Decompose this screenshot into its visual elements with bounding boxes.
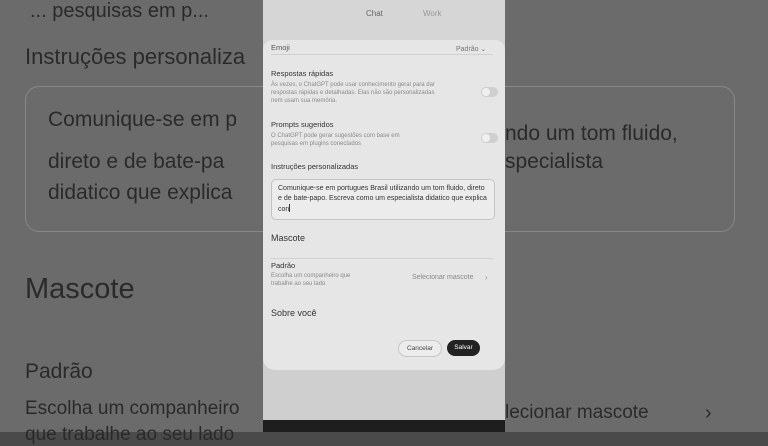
phone-screen: Chat Work Emoji Padrão ⌄ Respostas rápid… <box>263 0 505 432</box>
mascot-default-label: Padrão <box>271 261 296 270</box>
bottom-bar <box>263 420 505 432</box>
select-mascot-link[interactable]: Selecionar mascote <box>412 274 473 281</box>
custom-instructions-text: Comunique-se em portugues Brasil utiliza… <box>278 185 487 213</box>
bg-box-line2: direto e de bate-pa <box>48 150 225 173</box>
bg-box-line2-right: specialista <box>505 150 604 173</box>
tab-chat[interactable]: Chat <box>366 9 383 18</box>
bg-box-line1: Comunique-se em p <box>48 108 238 131</box>
emoji-select[interactable]: Padrão ⌄ <box>456 45 486 53</box>
bg-box-line1-right: ndo um tom fluido, <box>505 122 678 145</box>
toggle-knob <box>482 88 490 96</box>
divider <box>271 258 493 259</box>
emoji-label: Emoji <box>271 43 290 52</box>
about-you-title[interactable]: Sobre você <box>271 308 317 318</box>
suggested-prompts-label: Prompts sugeridos <box>271 120 334 129</box>
bg-trabalhe-text: que trabalhe ao seu lado <box>25 424 235 445</box>
bg-box-line3: didatico que explica <box>48 181 233 204</box>
bg-chevron-right-icon: › <box>705 402 712 424</box>
toggle-knob <box>482 134 490 142</box>
suggested-prompts-toggle[interactable] <box>481 133 498 143</box>
settings-sheet: Emoji Padrão ⌄ Respostas rápidas Às veze… <box>263 40 505 370</box>
bg-escolha-text: Escolha um companheiro <box>25 398 240 419</box>
quick-answers-description: Às vezes, o ChatGPT pode usar conhecimen… <box>271 82 435 104</box>
divider <box>271 54 493 55</box>
chevron-right-icon: › <box>485 273 488 282</box>
save-button[interactable]: Salvar <box>447 340 480 356</box>
custom-instructions-textarea[interactable]: Comunique-se em portugues Brasil utiliza… <box>271 179 495 220</box>
bg-top-text: ... pesquisas em p... <box>30 0 209 22</box>
bg-padrao-label: Padrão <box>25 360 93 383</box>
quick-answers-toggle[interactable] <box>481 87 498 97</box>
bg-selecionar-text: lecionar mascote <box>505 402 649 423</box>
suggested-prompts-description: O ChatGPT pode gerar sugestões com base … <box>271 133 400 147</box>
tab-work[interactable]: Work <box>423 9 442 18</box>
text-caret <box>289 204 291 212</box>
quick-answers-label: Respostas rápidas <box>271 69 334 78</box>
cancel-button[interactable]: Cancelar <box>398 340 442 357</box>
custom-instructions-label: Instruções personalizadas <box>271 162 359 171</box>
mascot-description: Escolha um companheiro que trabalhe ao s… <box>271 273 351 287</box>
mascot-section-title: Mascote <box>271 233 306 243</box>
bg-instructions-heading: Instruções personaliza <box>25 44 246 69</box>
bg-mascote-heading: Mascote <box>25 273 135 305</box>
